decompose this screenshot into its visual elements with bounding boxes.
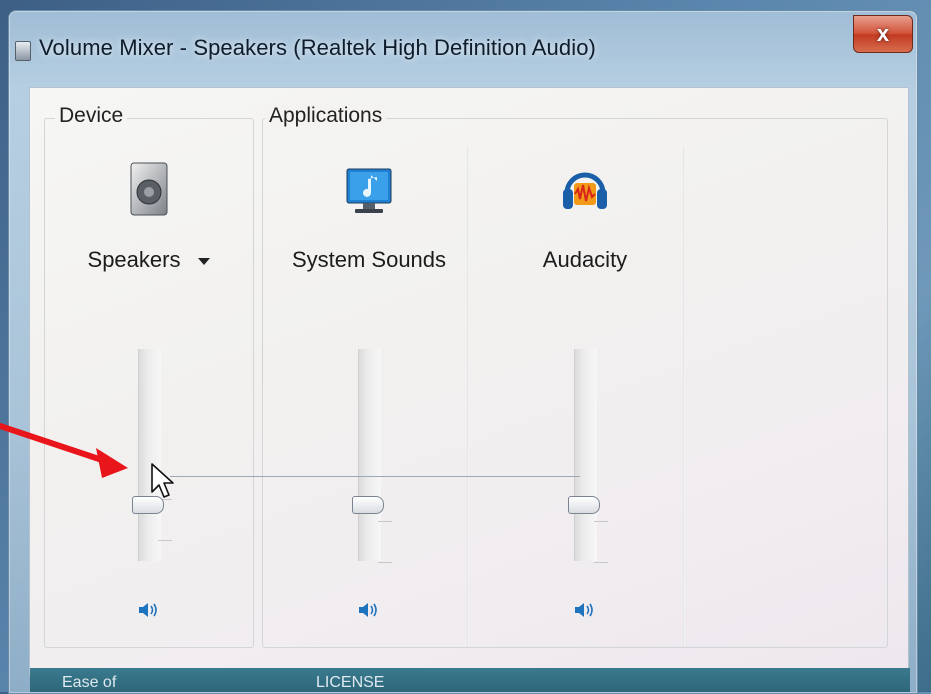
system-sounds-slider-ticks [378,521,392,563]
speakers-label: Speakers [87,247,181,272]
audacity-mute-icon[interactable] [574,601,596,619]
desktop-ease-of-text: Ease of [62,674,117,691]
volume-mixer-app-icon [15,41,31,61]
speaker-device-icon [130,162,168,216]
desktop-bottom-strip [30,668,910,692]
close-button[interactable]: x [853,15,913,53]
channel-audacity: Audacity [485,119,685,639]
desktop-license-text: LICENSE [316,674,385,691]
audacity-slider-ticks [594,521,608,563]
master-level-line [170,476,580,477]
system-sounds-volume-slider[interactable] [352,349,392,563]
system-sounds-mute-icon[interactable] [358,601,380,619]
channel-speakers: Speakers [49,119,249,639]
annotation-arrow-icon [0,423,128,478]
channel-name-system-sounds: System Sounds [291,247,447,272]
audacity-icon [563,172,607,209]
system-sounds-slider-thumb[interactable] [352,496,384,514]
mixer-client-area: Device Speakers Applications System Soun… [29,87,909,675]
title-bar[interactable]: Volume Mixer - Speakers (Realtek High De… [9,11,917,73]
system-sounds-icon [346,168,392,213]
mouse-cursor-icon [151,463,174,498]
chevron-down-icon[interactable] [198,257,211,265]
channel-name-audacity: Audacity [542,247,628,272]
close-icon: x [876,21,890,46]
volume-mixer-window: Volume Mixer - Speakers (Realtek High De… [8,10,918,694]
channel-name-speakers[interactable]: Speakers [49,247,249,273]
applications-group: Applications System Sounds Audacity [262,104,888,648]
speakers-mute-icon[interactable] [138,601,160,619]
device-group: Device Speakers [44,104,254,648]
audacity-volume-slider[interactable] [568,349,608,563]
audacity-slider-thumb[interactable] [568,496,600,514]
channel-system-sounds: System Sounds [269,119,469,639]
window-title: Volume Mixer - Speakers (Realtek High De… [39,35,596,60]
